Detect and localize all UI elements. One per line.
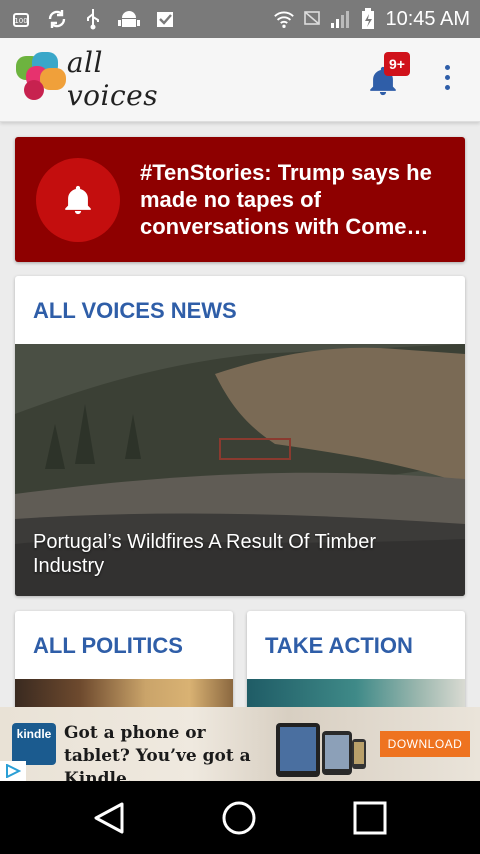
more-options-button[interactable] [436, 62, 458, 98]
kindle-logo: kindle [12, 723, 56, 765]
more-vert-dot [444, 75, 450, 80]
signal-icon [329, 8, 351, 30]
recents-icon [353, 801, 387, 835]
no-sim-icon [301, 8, 323, 30]
news-section-title: ALL VOICES NEWS [33, 298, 237, 323]
home-button[interactable] [219, 798, 259, 838]
sync-icon [46, 8, 68, 30]
system-nav-bar [0, 781, 480, 854]
logo-text: all voices [66, 46, 159, 112]
home-icon [222, 801, 256, 835]
ad-download-button[interactable]: DOWNLOAD [380, 731, 470, 757]
notification-badge: 9+ [384, 52, 410, 76]
news-story-caption: Portugal’s Wildfires A Result Of Timber … [33, 531, 377, 577]
breaking-alert-badge [36, 158, 120, 242]
clock: 10:45 AM [385, 7, 470, 30]
status-bar: 100 10:45 AM [0, 0, 480, 38]
status-icons-right: 10:45 AM [273, 8, 470, 31]
more-vert-dot [444, 85, 450, 90]
app-bar: all voices 9+ [0, 38, 480, 122]
android-debug-icon [118, 8, 140, 30]
logo-mark-icon [16, 52, 66, 106]
back-icon [94, 802, 124, 834]
wifi-icon [273, 8, 295, 30]
bell-icon [65, 185, 91, 215]
battery-charging-icon [357, 8, 379, 30]
breaking-headline: #TenStories: Trump says he made no tapes… [140, 160, 432, 239]
back-button[interactable] [90, 798, 130, 838]
adchoices-icon[interactable] [0, 761, 26, 781]
news-story-image[interactable]: Portugal’s Wildfires A Result Of Timber … [15, 344, 465, 596]
ad-banner[interactable]: kindle Got a phone or tablet? You’ve got… [0, 707, 480, 781]
clipboard-check-icon [154, 8, 176, 30]
breaking-news-card[interactable]: #TenStories: Trump says he made no tapes… [15, 137, 465, 262]
usb-icon [82, 8, 104, 30]
politics-section-title: ALL POLITICS [33, 633, 183, 658]
action-section-title: TAKE ACTION [265, 633, 413, 658]
app-logo[interactable]: all voices [16, 46, 186, 112]
news-section-card[interactable]: ALL VOICES NEWS Portugal’s Wildfires A R… [15, 276, 465, 596]
ad-text: Got a phone or tablet? You’ve got a Kind… [64, 723, 251, 781]
device-photo [276, 723, 366, 777]
recents-button[interactable] [350, 798, 390, 838]
status-icons-left: 100 [10, 8, 176, 30]
more-vert-icon [444, 65, 450, 70]
svg-text:100: 100 [14, 17, 27, 25]
ad-brand: kindle [16, 727, 52, 741]
battery-100-icon: 100 [10, 8, 32, 30]
